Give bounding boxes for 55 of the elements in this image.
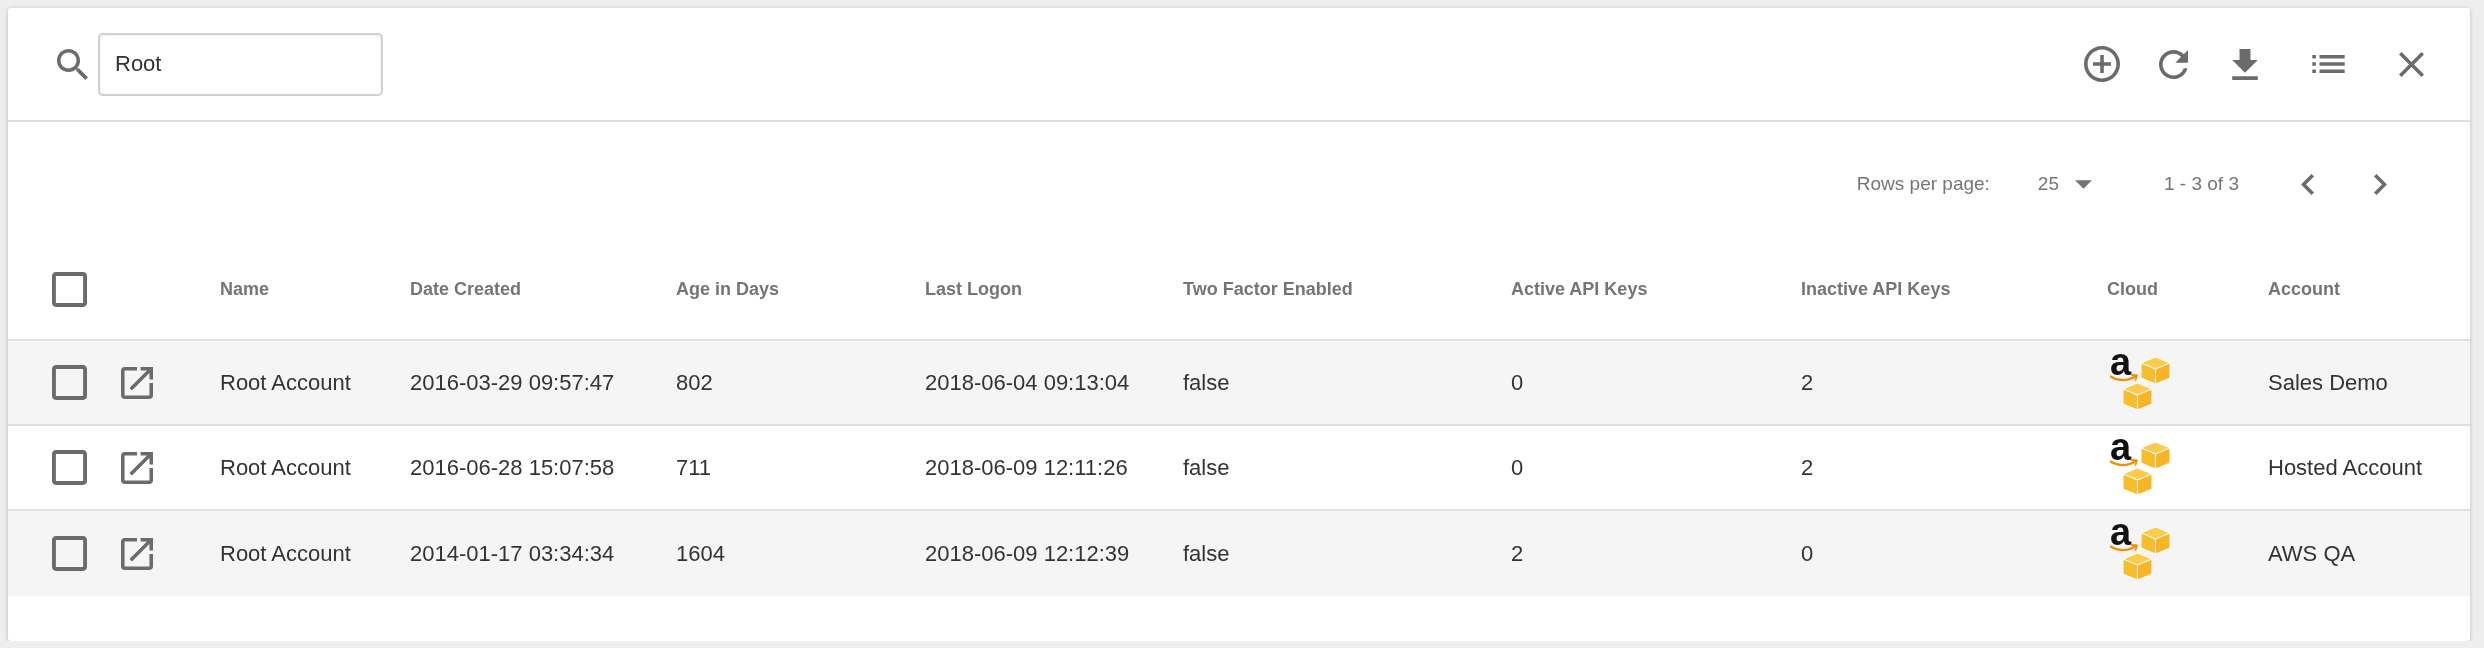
column-header: Two Factor Enabled (1183, 279, 1353, 300)
date-created: 2016-06-28 15:07:58 (410, 454, 615, 481)
download-icon (2232, 48, 2258, 80)
row-checkbox[interactable] (52, 365, 87, 400)
row-checkbox[interactable] (52, 536, 87, 571)
column-header: Inactive API Keys (1801, 279, 1951, 300)
chevron-right-icon (2374, 173, 2387, 195)
column-header: Cloud (2107, 279, 2158, 300)
rows-per-page-select[interactable]: 25 (2037, 173, 2092, 195)
search-icon (57, 48, 88, 80)
column-header: Active API Keys (1511, 279, 1648, 300)
refresh-icon (2159, 49, 2188, 79)
select-all-checkbox[interactable] (52, 272, 87, 307)
column-header: Last Logon (925, 279, 1022, 300)
column-header: Date Created (410, 279, 522, 300)
account-name: Hosted Account (2268, 454, 2423, 481)
account-name: Sales Demo (2268, 369, 2388, 396)
inactive-api-keys-count: 0 (1801, 540, 1814, 567)
date-created: 2016-03-29 09:57:47 (410, 369, 615, 396)
active-api-keys-count: 2 (1511, 540, 1524, 567)
inactive-api-keys-count: 2 (1801, 454, 1814, 481)
age-in-days: 711 (676, 454, 712, 481)
search-field[interactable]: Root (98, 32, 383, 96)
close-icon (2399, 51, 2424, 77)
column-header: Age in Days (676, 279, 780, 300)
cubes-logo: a (2110, 341, 2171, 411)
list-icon (2312, 55, 2345, 73)
user-name: Root Account (220, 369, 351, 396)
column-header: Name (220, 279, 270, 300)
cubes-logo: a (2110, 426, 2171, 496)
external-link-icon[interactable] (121, 366, 153, 399)
last-logon-time: 2018-06-09 12:11:26 (925, 454, 1128, 481)
two-factor-status: false (1183, 540, 1230, 567)
last-logon-time: 2018-06-04 09:13:04 (925, 369, 1130, 396)
column-header: Account (2268, 279, 2340, 300)
age-in-days: 802 (676, 369, 713, 396)
active-api-keys-count: 0 (1511, 369, 1524, 396)
chevron-left-icon (2301, 173, 2314, 195)
two-factor-status: false (1183, 454, 1230, 481)
inactive-api-keys-count: 2 (1801, 369, 1814, 396)
external-link-icon[interactable] (121, 451, 153, 484)
row-checkbox[interactable] (52, 450, 87, 485)
user-name: Root Account (220, 454, 351, 481)
caret-icon (2075, 179, 2092, 189)
user-name: Root Account (220, 540, 351, 567)
age-in-days: 1604 (676, 540, 725, 567)
two-factor-status: false (1183, 369, 1230, 396)
account-name: AWS QA (2268, 540, 2356, 567)
date-created: 2014-01-17 03:34:34 (410, 540, 615, 567)
rows-per-page-label: Rows per page: (1856, 173, 1990, 195)
active-api-keys-count: 0 (1511, 454, 1524, 481)
last-logon-time: 2018-06-09 12:12:39 (925, 540, 1130, 567)
cubes-logo: a (2110, 511, 2171, 581)
external-link-icon[interactable] (121, 537, 153, 570)
page-range: 1 - 3 of 3 (2164, 173, 2239, 195)
